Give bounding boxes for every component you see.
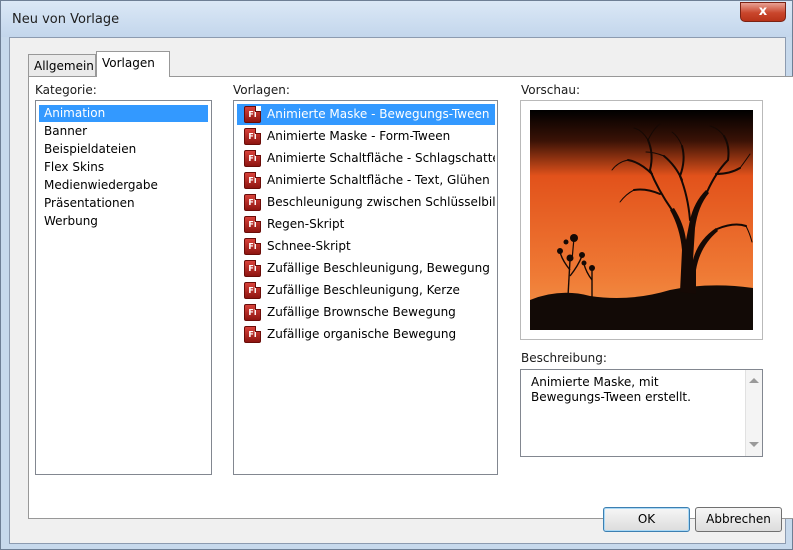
- scroll-down-icon[interactable]: [749, 442, 759, 447]
- vorlagen-item-label: Zufällige Beschleunigung, Kerze: [267, 283, 460, 297]
- flash-file-icon: Fl: [244, 238, 261, 255]
- vorlagen-item-label: Animierte Maske - Bewegungs-Tween: [267, 107, 490, 121]
- ok-button[interactable]: OK: [603, 507, 690, 532]
- vorlagen-label: Vorlagen:: [233, 83, 290, 97]
- vorlagen-item[interactable]: Fl Zufällige Beschleunigung, Kerze: [237, 280, 495, 301]
- flash-file-icon: Fl: [244, 326, 261, 343]
- tab-vorlagen[interactable]: Vorlagen: [96, 51, 170, 77]
- vorlagen-item-label: Beschleunigung zwischen Schlüsselbil...: [267, 195, 495, 209]
- vorlagen-item[interactable]: Fl Animierte Maske - Bewegungs-Tween: [237, 104, 495, 125]
- vorlagen-item[interactable]: Fl Zufällige Beschleunigung, Bewegung: [237, 258, 495, 279]
- description-scrollbar[interactable]: [745, 370, 762, 456]
- kategorie-item[interactable]: Präsentationen: [39, 195, 208, 212]
- description-text: Animierte Maske, mit Bewegungs-Tween ers…: [531, 375, 691, 404]
- cancel-button[interactable]: Abbrechen: [695, 507, 782, 532]
- description-textarea[interactable]: Animierte Maske, mit Bewegungs-Tween ers…: [520, 369, 763, 457]
- vorlagen-item-label: Zufällige organische Bewegung: [267, 327, 457, 341]
- flash-file-icon: Fl: [244, 282, 261, 299]
- vorlagen-item-label: Regen-Skript: [267, 217, 345, 231]
- vorschau-label: Vorschau:: [521, 83, 581, 97]
- kategorie-item[interactable]: Animation: [39, 105, 208, 122]
- kategorie-list[interactable]: Animation Banner Beispieldateien Flex Skins…: [35, 100, 212, 475]
- kategorie-item[interactable]: Medienwiedergabe: [39, 177, 208, 194]
- vorlagen-item[interactable]: Fl Zufällige organische Bewegung: [237, 324, 495, 345]
- vorlagen-item-label: Zufällige Brownsche Bewegung: [267, 305, 456, 319]
- flash-file-icon: Fl: [244, 304, 261, 321]
- flash-file-icon: Fl: [244, 106, 261, 123]
- vorlagen-item-label: Animierte Maske - Form-Tween: [267, 129, 451, 143]
- scroll-up-icon[interactable]: [749, 378, 759, 383]
- preview-image: [530, 110, 753, 330]
- vorlagen-item-label: Animierte Schaltfläche - Schlagschatten: [267, 151, 495, 165]
- vorlagen-item[interactable]: Fl Zufällige Brownsche Bewegung: [237, 302, 495, 323]
- flash-file-icon: Fl: [244, 150, 261, 167]
- vorlagen-item[interactable]: Fl Animierte Schaltfläche - Text, Glühen: [237, 170, 495, 191]
- vorlagen-list[interactable]: Fl Animierte Maske - Bewegungs-Tween Fl Ani…: [233, 100, 498, 475]
- vorlagen-item[interactable]: Fl Beschleunigung zwischen Schlüsselbil..…: [237, 192, 495, 213]
- vorlagen-item[interactable]: Fl Schnee-Skript: [237, 236, 495, 257]
- kategorie-item[interactable]: Banner: [39, 123, 208, 140]
- panel-content: Kategorie: Animation Banner Beispieldateie…: [9, 37, 786, 544]
- vorlagen-item[interactable]: Fl Animierte Maske - Form-Tween: [237, 126, 495, 147]
- close-button[interactable]: x: [740, 2, 786, 22]
- vorlagen-item-label: Schnee-Skript: [267, 239, 351, 253]
- kategorie-label: Kategorie:: [35, 83, 97, 97]
- title-bar[interactable]: Neu von Vorlage x: [1, 1, 792, 37]
- vorlagen-item[interactable]: Fl Regen-Skript: [237, 214, 495, 235]
- flash-file-icon: Fl: [244, 260, 261, 277]
- window-title: Neu von Vorlage: [12, 12, 120, 27]
- beschreibung-label: Beschreibung:: [521, 351, 607, 365]
- flash-file-icon: Fl: [244, 216, 261, 233]
- flash-file-icon: Fl: [244, 172, 261, 189]
- kategorie-item[interactable]: Werbung: [39, 213, 208, 230]
- flash-file-icon: Fl: [244, 128, 261, 145]
- kategorie-item[interactable]: Flex Skins: [39, 159, 208, 176]
- vorlagen-item[interactable]: Fl Animierte Schaltfläche - Schlagschatte…: [237, 148, 495, 169]
- preview-frame: [520, 100, 763, 340]
- vorlagen-item-label: Animierte Schaltfläche - Text, Glühen: [267, 173, 490, 187]
- kategorie-item[interactable]: Beispieldateien: [39, 141, 208, 158]
- vorlagen-item-label: Zufällige Beschleunigung, Bewegung: [267, 261, 490, 275]
- flash-file-icon: Fl: [244, 194, 261, 211]
